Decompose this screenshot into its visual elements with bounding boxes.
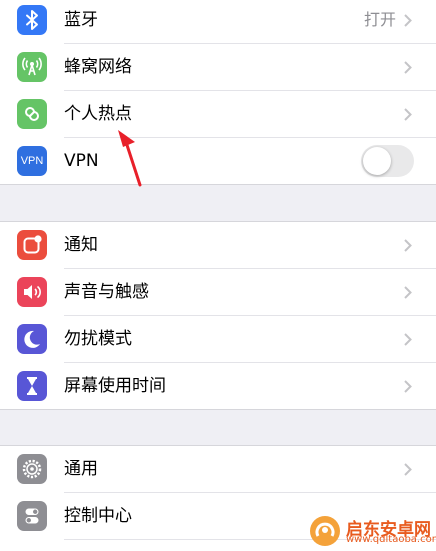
notifications-label: 通知 [64, 235, 98, 255]
chevron-right-icon [404, 333, 412, 346]
notifications-icon [17, 230, 47, 260]
control-center-label: 控制中心 [64, 506, 132, 526]
watermark-logo-icon [310, 516, 340, 546]
annotation-arrow [118, 130, 142, 187]
settings-row-sounds[interactable]: 声音与触感 [0, 269, 436, 315]
gear-icon [17, 454, 47, 484]
settings-row-bluetooth[interactable]: 蓝牙 打开 [0, 0, 436, 43]
chevron-right-icon [404, 14, 412, 27]
screen-time-label: 屏幕使用时间 [64, 376, 166, 396]
sound-icon [17, 277, 47, 307]
settings-row-cellular[interactable]: 蜂窝网络 [0, 44, 436, 90]
sounds-label: 声音与触感 [64, 282, 149, 302]
settings-row-general[interactable]: 通用 [0, 446, 436, 492]
bluetooth-label: 蓝牙 [64, 10, 98, 30]
chevron-right-icon [404, 108, 412, 121]
vpn-icon: VPN [17, 146, 47, 176]
settings-row-do-not-disturb[interactable]: 勿扰模式 [0, 316, 436, 362]
toggle-knob [363, 147, 391, 175]
control-center-icon [17, 501, 47, 531]
settings-row-notifications[interactable]: 通知 [0, 222, 436, 268]
chevron-right-icon [404, 239, 412, 252]
cellular-label: 蜂窝网络 [64, 57, 132, 77]
vpn-toggle[interactable] [361, 145, 414, 177]
group-bottom-border [0, 409, 436, 410]
settings-row-screen-time[interactable]: 屏幕使用时间 [0, 363, 436, 409]
hourglass-icon [17, 371, 47, 401]
settings-row-vpn: VPN VPN [0, 138, 436, 184]
cellular-icon [17, 52, 47, 82]
chevron-right-icon [404, 286, 412, 299]
connectivity-group: 蓝牙 打开 蜂窝网络 个人热点 VPN VPN [0, 0, 436, 184]
watermark-url: www.qdltaoba.com [346, 534, 436, 545]
general-label: 通用 [64, 459, 98, 479]
group-bottom-border [0, 184, 436, 185]
vpn-label: VPN [64, 151, 99, 171]
bluetooth-icon [17, 5, 47, 35]
chevron-right-icon [404, 61, 412, 74]
hotspot-icon [17, 99, 47, 129]
do-not-disturb-label: 勿扰模式 [64, 329, 132, 349]
vpn-icon-text: VPN [20, 155, 44, 167]
settings-row-hotspot[interactable]: 个人热点 [0, 91, 436, 137]
chevron-right-icon [404, 380, 412, 393]
moon-icon [17, 324, 47, 354]
bluetooth-status-value: 打开 [363, 10, 396, 29]
chevron-right-icon [404, 463, 412, 476]
notifications-group: 通知 声音与触感 勿扰模式 屏幕使用时间 [0, 222, 436, 409]
